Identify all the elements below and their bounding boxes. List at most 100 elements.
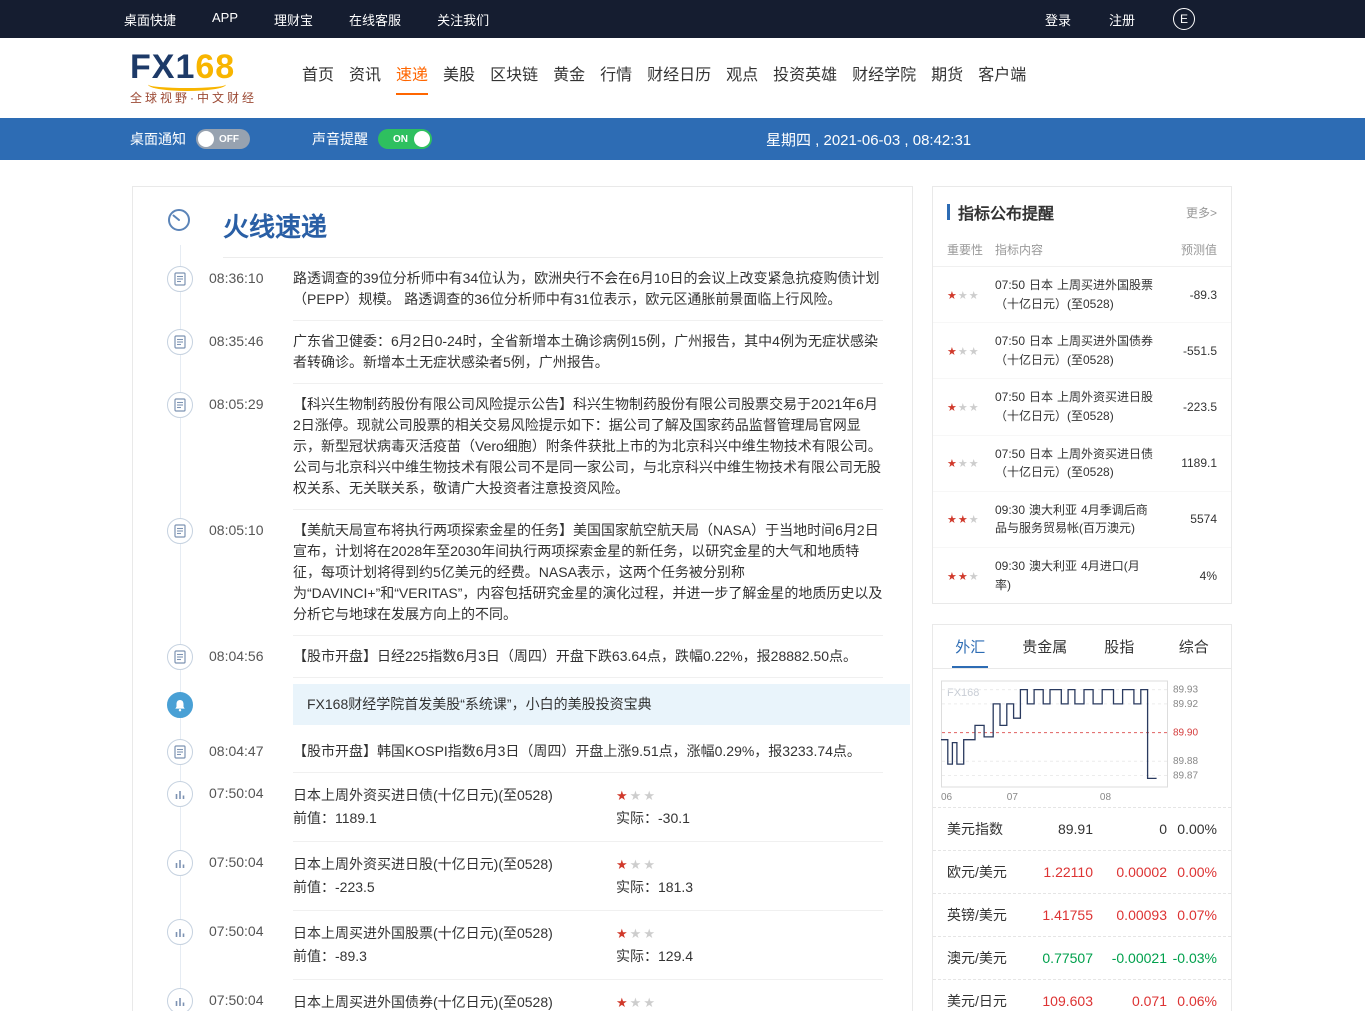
quote-row[interactable]: 美元指数 89.91 0 0.00% <box>933 808 1231 850</box>
nav-item[interactable]: 区块链 <box>490 61 538 95</box>
feed-item-body: 路透调查的39位分析师中有34位认为，欧洲央行不会在6月10日的会议上改变紧急抗… <box>293 258 883 321</box>
econ-value-row: 前值：-89.3 实际：129.4 <box>293 946 883 967</box>
quote-percent: -0.03% <box>1167 950 1217 966</box>
notice-body[interactable]: FX168财经学院首发美股“系统课”，小白的美股投资宝典 <box>293 684 910 725</box>
importance-stars: ★★★ <box>947 456 995 470</box>
feed-header: 火线速递 <box>133 187 912 258</box>
econ-title-row: 日本上周买进外国债券(十亿日元)(至0528) ★★★ <box>293 992 883 1011</box>
star-icon: ★ <box>643 926 657 941</box>
topbar-link[interactable]: 关注我们 <box>437 10 489 29</box>
star-icon: ★ <box>958 402 969 414</box>
svg-text:FX168: FX168 <box>947 687 979 699</box>
indicator-content: 07:50日本上周买进外国股票（十亿日元）(至0528) <box>995 276 1165 313</box>
market-tab[interactable]: 贵金属 <box>1008 625 1083 668</box>
chart-container: FX16889.9389.9289.9089.8889.87060708 <box>933 669 1231 807</box>
language-icon[interactable]: E <box>1173 8 1195 30</box>
indicator-forecast: 4% <box>1165 569 1217 583</box>
topbar-link[interactable]: 在线客服 <box>349 10 401 29</box>
login-link[interactable]: 登录 <box>1045 10 1071 29</box>
market-tab[interactable]: 综合 <box>1157 625 1232 668</box>
feed-notice-item[interactable]: FX168财经学院首发美股“系统课”，小白的美股投资宝典 <box>133 684 912 725</box>
document-icon <box>167 329 193 355</box>
nav-item[interactable]: 观点 <box>726 61 758 95</box>
quote-price: 0.77507 <box>1027 950 1093 966</box>
market-tab[interactable]: 股指 <box>1082 625 1157 668</box>
main-content: 火线速递 08:36:10 路透调查的39位分析师中有34位认为，欧洲央行不会在… <box>0 160 1365 1011</box>
sidebar: 指标公布提醒 更多> 重要性 指标内容 预测值 ★★★ 07:50日本上周买进外… <box>932 186 1232 1011</box>
current-datetime: 星期四 , 2021-06-03 , 08:42:31 <box>766 129 971 150</box>
nav-item[interactable]: 黄金 <box>553 61 585 95</box>
nav-item[interactable]: 投资英雄 <box>773 61 837 95</box>
indicator-forecast: 1189.1 <box>1165 456 1217 470</box>
quote-row[interactable]: 英镑/美元 1.41755 0.00093 0.07% <box>933 893 1231 936</box>
toggle-state: OFF <box>219 134 239 145</box>
nav-item[interactable]: 客户端 <box>978 61 1026 95</box>
indicator-content: 09:30澳大利亚4月进口(月率) <box>995 557 1165 594</box>
feed-item-body: 【科兴生物制药股份有限公司风险提示公告】科兴生物制药股份有限公司股票交易于202… <box>293 384 883 510</box>
document-icon <box>167 518 193 544</box>
importance-stars: ★★★ <box>616 854 657 875</box>
document-icon <box>167 266 193 292</box>
quote-row[interactable]: 澳元/美元 0.77507 -0.00021 -0.03% <box>933 936 1231 979</box>
star-icon: ★ <box>958 514 969 526</box>
importance-stars: ★★★ <box>947 344 995 358</box>
indicator-row: ★★★ 07:50日本上周买进外国股票（十亿日元）(至0528) -89.3 <box>933 267 1231 322</box>
nav-item[interactable]: 期货 <box>931 61 963 95</box>
nav-item[interactable]: 速递 <box>396 61 428 95</box>
feed-item-text: 路透调查的39位分析师中有34位认为，欧洲央行不会在6月10日的会议上改变紧急抗… <box>293 268 883 310</box>
nav-item[interactable]: 资讯 <box>349 61 381 95</box>
topbar-link[interactable]: 理财宝 <box>274 10 313 29</box>
notice-text: FX168财经学院首发美股“系统课”，小白的美股投资宝典 <box>307 696 652 712</box>
star-icon: ★ <box>643 857 657 872</box>
feed-item-time: 08:04:47 <box>209 743 289 759</box>
indicator-time: 07:50 <box>995 447 1025 461</box>
indicator-rows: ★★★ 07:50日本上周买进外国股票（十亿日元）(至0528) -89.3 ★… <box>933 267 1231 603</box>
main-nav: 首页资讯速递美股区块链黄金行情财经日历观点投资英雄财经学院期货客户端 <box>302 61 1026 95</box>
desktop-notify-toggle[interactable]: OFF <box>196 129 250 149</box>
quote-percent: 0.07% <box>1167 907 1217 923</box>
indicator-time: 07:50 <box>995 390 1025 404</box>
indicator-row: ★★★ 07:50日本上周买进外国债券（十亿日元）(至0528) -551.5 <box>933 322 1231 378</box>
quote-row[interactable]: 欧元/美元 1.22110 0.00002 0.00% <box>933 850 1231 893</box>
bar-chart-icon <box>167 919 193 945</box>
svg-text:89.93: 89.93 <box>1173 685 1198 696</box>
feed-item: 08:05:10 【美航天局宣布将执行两项探索金星的任务】美国国家航空航天局（N… <box>133 510 912 636</box>
quote-row[interactable]: 美元/日元 109.603 0.071 0.06% <box>933 979 1231 1011</box>
indicator-region: 日本 <box>1029 390 1053 404</box>
star-icon: ★ <box>947 346 958 358</box>
svg-text:89.88: 89.88 <box>1173 756 1198 767</box>
importance-stars: ★★★ <box>616 992 657 1011</box>
importance-stars: ★★★ <box>947 400 995 414</box>
quote-name: 美元/日元 <box>947 991 1027 1011</box>
fx-mini-chart: FX16889.9389.9289.9089.8889.87060708 <box>941 679 1223 803</box>
quote-change: -0.00021 <box>1093 950 1167 966</box>
star-icon: ★ <box>958 571 969 583</box>
indicator-content: 09:30澳大利亚4月季调后商品与服务贸易帐(百万澳元) <box>995 501 1165 538</box>
nav-item[interactable]: 首页 <box>302 61 334 95</box>
nav-item[interactable]: 行情 <box>600 61 632 95</box>
indicator-row: ★★★ 09:30澳大利亚4月季调后商品与服务贸易帐(百万澳元) 5574 <box>933 491 1231 547</box>
quote-price: 109.603 <box>1027 993 1093 1009</box>
market-tab[interactable]: 外汇 <box>933 625 1008 668</box>
feed-item-time: 07:50:04 <box>209 854 289 870</box>
quote-name: 英镑/美元 <box>947 905 1027 925</box>
fx168-logo[interactable]: FX168 全球视野·中文财经 <box>130 50 280 106</box>
star-icon: ★ <box>969 402 980 414</box>
sound-alert-toggle[interactable]: ON <box>378 129 432 149</box>
feed-econ-body: 日本上周外资买进日股(十亿日元)(至0528) ★★★ 前值：-223.5 实际… <box>293 842 883 911</box>
document-icon <box>167 739 193 765</box>
feed-item-body: 广东省卫健委：6月2日0-24时，全省新增本土确诊病例15例，广州报告，其中4例… <box>293 321 883 384</box>
econ-title: 日本上周外资买进日债(十亿日元)(至0528) <box>293 785 616 806</box>
star-icon: ★ <box>958 458 969 470</box>
toggle-knob <box>198 131 214 147</box>
nav-item[interactable]: 美股 <box>443 61 475 95</box>
nav-item[interactable]: 财经日历 <box>647 61 711 95</box>
topbar-link[interactable]: 桌面快捷 <box>124 10 176 29</box>
indicator-region: 澳大利亚 <box>1029 559 1077 573</box>
importance-stars: ★★★ <box>616 785 657 806</box>
topbar-link[interactable]: APP <box>212 10 238 29</box>
more-link[interactable]: 更多> <box>1186 204 1217 221</box>
register-link[interactable]: 注册 <box>1109 10 1135 29</box>
feed-item: 08:05:29 【科兴生物制药股份有限公司风险提示公告】科兴生物制药股份有限公… <box>133 384 912 510</box>
nav-item[interactable]: 财经学院 <box>852 61 916 95</box>
